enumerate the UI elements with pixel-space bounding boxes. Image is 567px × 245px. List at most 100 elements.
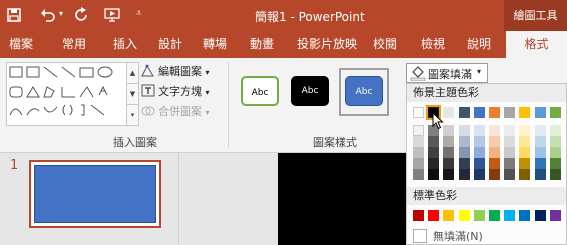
merge-shapes-button[interactable]: 合併圖案 ▾ <box>141 103 210 121</box>
save-icon[interactable] <box>6 7 22 23</box>
color-swatch[interactable] <box>549 147 561 158</box>
color-swatch[interactable] <box>443 147 455 158</box>
color-swatch[interactable] <box>519 158 531 169</box>
text-box-button[interactable]: 文字方塊 ▾ <box>141 83 210 101</box>
color-swatch[interactable] <box>534 169 546 180</box>
color-swatch[interactable] <box>534 125 546 136</box>
color-swatch[interactable] <box>504 169 516 180</box>
color-swatch[interactable] <box>504 147 516 158</box>
color-swatch[interactable] <box>489 136 500 147</box>
tab-design[interactable]: 設計 <box>158 31 182 58</box>
color-swatch[interactable] <box>443 125 455 136</box>
color-swatch[interactable] <box>534 136 546 147</box>
shape-style-thumbnail[interactable]: Abc <box>291 76 329 106</box>
color-swatch[interactable] <box>413 169 424 180</box>
standard-color-swatch[interactable] <box>549 210 561 221</box>
shape-style-thumbnail[interactable]: Abc <box>241 76 279 106</box>
tab-insert[interactable]: 插入 <box>113 31 137 58</box>
color-swatch[interactable] <box>458 158 470 169</box>
tab-review[interactable]: 校閱 <box>373 31 397 58</box>
color-swatch[interactable] <box>428 169 440 180</box>
edit-shape-button[interactable]: 編輯圖案 ▾ <box>141 63 210 81</box>
color-swatch[interactable] <box>413 125 424 136</box>
color-swatch[interactable] <box>473 147 485 158</box>
customize-qat-icon[interactable]: ⩡ <box>136 8 142 19</box>
color-swatch[interactable] <box>443 169 455 180</box>
standard-color-swatch[interactable] <box>534 210 546 221</box>
color-swatch[interactable] <box>519 107 531 118</box>
standard-color-swatch[interactable] <box>489 210 500 221</box>
standard-color-swatch[interactable] <box>443 210 455 221</box>
color-swatch[interactable] <box>489 107 500 118</box>
color-swatch[interactable] <box>549 158 561 169</box>
standard-color-swatch[interactable] <box>504 210 516 221</box>
color-swatch[interactable] <box>473 136 485 147</box>
color-swatch[interactable] <box>549 107 561 118</box>
color-swatch[interactable] <box>473 169 485 180</box>
slide-canvas[interactable] <box>278 153 406 245</box>
color-swatch[interactable] <box>489 147 500 158</box>
color-swatch[interactable] <box>413 158 424 169</box>
tab-view[interactable]: 檢視 <box>421 31 445 58</box>
tab-slideshow[interactable]: 投影片放映 <box>297 31 357 58</box>
tab-home[interactable]: 常用 <box>62 31 86 58</box>
color-swatch[interactable] <box>504 125 516 136</box>
tab-transitions[interactable]: 轉場 <box>203 31 227 58</box>
color-swatch[interactable] <box>489 169 500 180</box>
color-swatch[interactable] <box>458 136 470 147</box>
tab-file[interactable]: 檔案 <box>9 31 33 58</box>
color-swatch[interactable] <box>473 107 485 118</box>
redo-icon[interactable] <box>74 7 90 23</box>
color-swatch[interactable] <box>504 158 516 169</box>
gallery-scroll-up-button[interactable]: ▲ <box>126 62 139 84</box>
color-swatch[interactable] <box>443 107 455 118</box>
standard-color-swatch[interactable] <box>458 210 470 221</box>
color-swatch[interactable] <box>458 169 470 180</box>
color-swatch[interactable] <box>519 147 531 158</box>
shape-fill-button[interactable]: 圖案填滿 ▾ <box>406 63 488 83</box>
color-swatch[interactable] <box>534 158 546 169</box>
standard-color-swatch[interactable] <box>473 210 485 221</box>
standard-color-swatch[interactable] <box>428 210 440 221</box>
color-swatch[interactable] <box>413 107 424 118</box>
undo-icon[interactable] <box>40 7 56 23</box>
color-swatch[interactable] <box>549 136 561 147</box>
color-swatch[interactable] <box>489 158 500 169</box>
color-swatch[interactable] <box>458 107 470 118</box>
gallery-more-button[interactable]: ▾ <box>126 104 139 126</box>
color-swatch[interactable] <box>413 136 424 147</box>
color-swatch[interactable] <box>534 147 546 158</box>
gallery-scroll-down-button[interactable]: ▼ <box>126 83 139 105</box>
color-swatch[interactable] <box>443 136 455 147</box>
color-swatch[interactable] <box>428 147 440 158</box>
tab-animations[interactable]: 動畫 <box>250 31 274 58</box>
color-swatch[interactable] <box>519 136 531 147</box>
color-swatch[interactable] <box>428 158 440 169</box>
color-swatch[interactable] <box>473 125 485 136</box>
slide-thumbnail[interactable] <box>29 160 161 228</box>
color-swatch[interactable] <box>519 125 531 136</box>
color-swatch[interactable] <box>519 169 531 180</box>
color-swatch[interactable] <box>458 125 470 136</box>
tab-format[interactable]: 格式 <box>506 31 567 58</box>
color-swatch[interactable] <box>473 158 485 169</box>
shapes-gallery[interactable] <box>6 62 128 126</box>
color-swatch[interactable] <box>458 147 470 158</box>
shape-style-thumbnail-selected[interactable]: Abc <box>345 76 383 106</box>
color-swatch[interactable] <box>428 136 440 147</box>
color-swatch[interactable] <box>549 125 561 136</box>
color-swatch[interactable] <box>504 107 516 118</box>
color-swatch[interactable] <box>489 125 500 136</box>
tab-help[interactable]: 說明 <box>467 31 491 58</box>
from-beginning-icon[interactable] <box>104 7 120 23</box>
standard-color-swatch[interactable] <box>519 210 531 221</box>
color-swatch[interactable] <box>443 158 455 169</box>
color-swatch[interactable] <box>504 136 516 147</box>
undo-dropdown-icon[interactable]: ▾ <box>59 9 63 18</box>
color-swatch[interactable] <box>413 147 424 158</box>
color-swatch[interactable] <box>549 169 561 180</box>
color-swatch[interactable] <box>534 107 546 118</box>
standard-color-swatch[interactable] <box>413 210 424 221</box>
chevron-down-icon: ▾ <box>205 68 210 77</box>
no-fill-option[interactable]: 無填滿(N) <box>407 226 566 245</box>
